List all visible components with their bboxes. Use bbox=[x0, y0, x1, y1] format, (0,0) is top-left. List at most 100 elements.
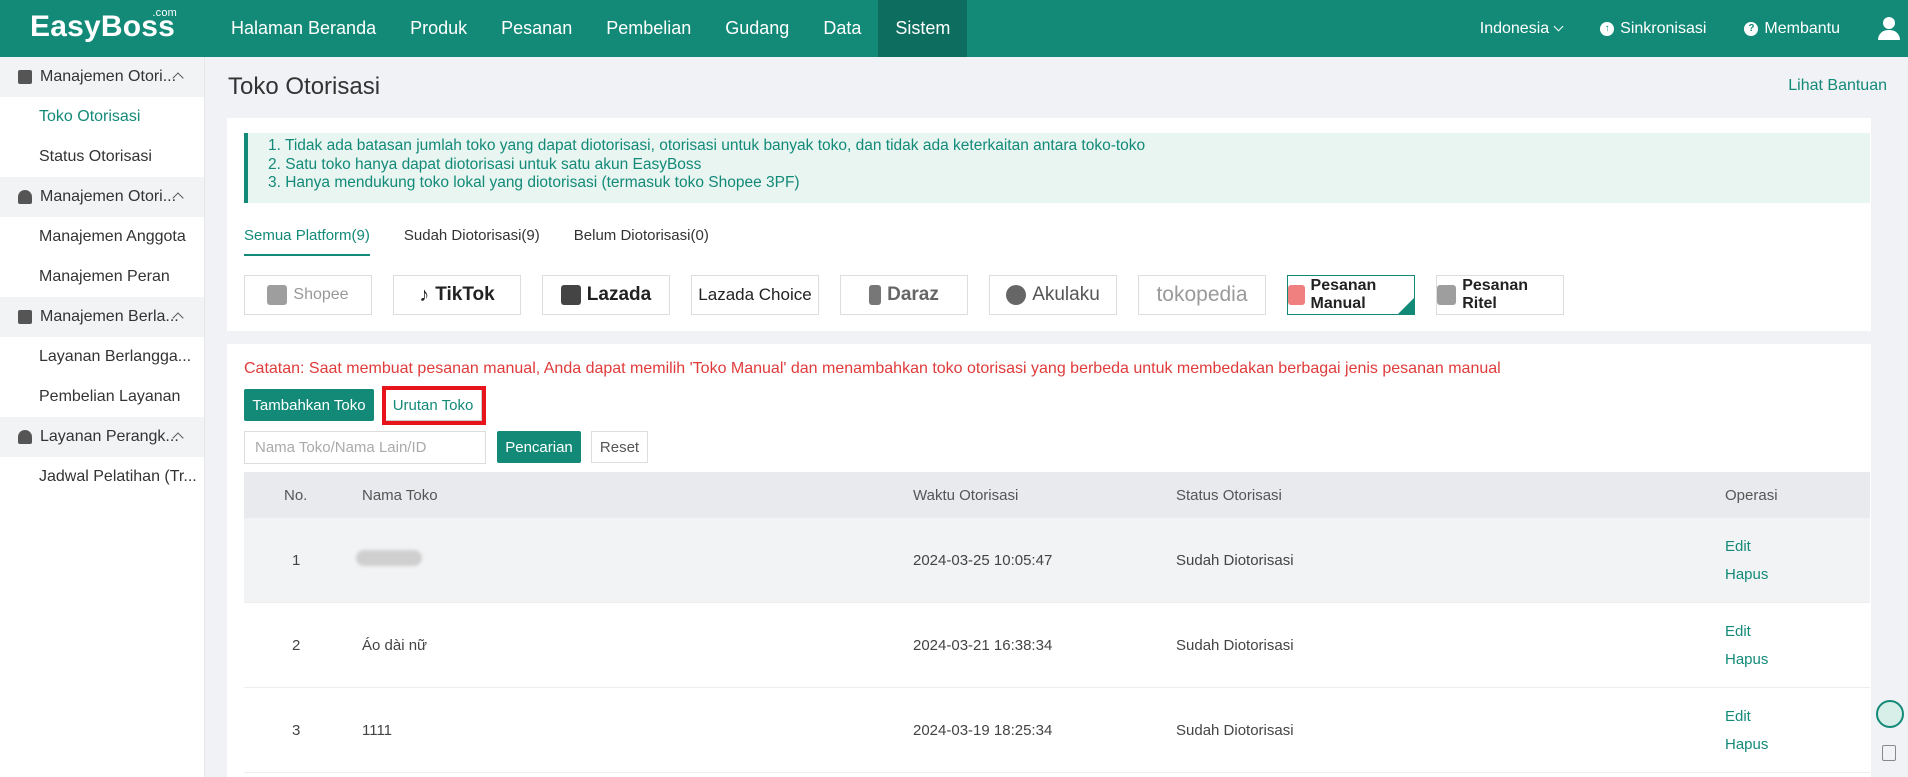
highlight-box bbox=[382, 386, 486, 425]
platform-shopee[interactable]: Shopee bbox=[244, 275, 372, 315]
col-auth-status: Status Otorisasi bbox=[1176, 486, 1282, 504]
subscription-icon bbox=[18, 310, 32, 324]
col-operation: Operasi bbox=[1725, 486, 1778, 504]
platform-tiktok[interactable]: ♪ TikTok bbox=[393, 275, 521, 315]
platform-card: 1. Tidak ada batasan jumlah toko yang da… bbox=[227, 118, 1871, 331]
cloud-sync-icon: ↑ bbox=[1600, 21, 1615, 36]
tab-all-platform[interactable]: Semua Platform(9) bbox=[244, 227, 370, 256]
sync-button[interactable]: ↑ Sinkronisasi bbox=[1600, 20, 1706, 38]
delete-link[interactable]: Hapus bbox=[1725, 566, 1870, 583]
sidebar-group-member-auth[interactable]: Manajemen Otori... bbox=[0, 177, 204, 217]
row-no: 1 bbox=[292, 551, 301, 569]
search-button[interactable]: Pencarian bbox=[497, 431, 581, 463]
help-label: Membantu bbox=[1764, 19, 1840, 37]
delete-link[interactable]: Hapus bbox=[1725, 651, 1870, 668]
platform-akulaku[interactable]: Akulaku bbox=[989, 275, 1117, 315]
search-input[interactable] bbox=[244, 431, 486, 464]
shopee-icon bbox=[267, 285, 288, 305]
table-header: No. Nama Toko Waktu Otorisasi Status Oto… bbox=[244, 472, 1870, 518]
reset-button[interactable]: Reset bbox=[591, 431, 648, 463]
notice-line: 3. Hanya mendukung toko lokal yang dioto… bbox=[268, 174, 800, 191]
row-operations: Edit Hapus bbox=[1725, 623, 1870, 668]
user-icon bbox=[18, 190, 32, 204]
col-auth-time: Waktu Otorisasi bbox=[913, 486, 1019, 504]
platform-tokopedia[interactable]: tokopedia bbox=[1138, 275, 1266, 315]
col-no: No. bbox=[284, 486, 308, 504]
platform-lazada[interactable]: Lazada bbox=[542, 275, 670, 315]
nav-data[interactable]: Data bbox=[806, 0, 878, 57]
row-store-name: 1111 bbox=[362, 721, 393, 739]
support-avatar-icon[interactable] bbox=[1876, 700, 1904, 728]
sync-label: Sinkronisasi bbox=[1620, 19, 1707, 37]
main-nav: Halaman Beranda Produk Pesanan Pembelian… bbox=[214, 0, 968, 57]
nav-purchases[interactable]: Pembelian bbox=[589, 0, 708, 57]
status-tabs: Semua Platform(9) Sudah Diotorisasi(9) B… bbox=[244, 227, 743, 256]
row-auth-time: 2024-03-21 16:38:34 bbox=[913, 636, 1053, 654]
tiktok-icon: ♪ bbox=[419, 283, 430, 306]
row-operations: Edit Hapus bbox=[1725, 708, 1870, 753]
add-store-button[interactable]: Tambahkan Toko bbox=[244, 389, 374, 421]
row-store-name bbox=[356, 550, 913, 570]
sidebar-item-manajemen-anggota[interactable]: Manajemen Anggota bbox=[0, 217, 204, 257]
sidebar-group-store-auth[interactable]: Manajemen Otori... bbox=[0, 57, 204, 97]
sidebar-group-label: Layanan Perangk... bbox=[40, 428, 179, 445]
sidebar-group-label: Manajemen Otori... bbox=[40, 68, 177, 85]
user-avatar-icon[interactable] bbox=[1878, 16, 1900, 41]
sidebar-group-subscription[interactable]: Manajemen Berla... bbox=[0, 297, 204, 337]
edit-link[interactable]: Edit bbox=[1725, 623, 1870, 640]
notice-box: 1. Tidak ada batasan jumlah toko yang da… bbox=[244, 133, 1870, 203]
delete-link[interactable]: Hapus bbox=[1725, 736, 1870, 753]
row-auth-status: Sudah Diotorisasi bbox=[1176, 551, 1294, 569]
tab-authorized[interactable]: Sudah Diotorisasi(9) bbox=[404, 227, 540, 256]
sidebar-item-layanan-berlangganan[interactable]: Layanan Berlangga... bbox=[0, 337, 204, 377]
help-link[interactable]: Lihat Bantuan bbox=[1788, 77, 1887, 95]
sidebar-group-label: Manajemen Berla... bbox=[40, 308, 179, 325]
store-table: No. Nama Toko Waktu Otorisasi Status Oto… bbox=[244, 472, 1870, 773]
store-icon bbox=[18, 70, 32, 84]
platform-manual-order[interactable]: Pesanan Manual bbox=[1287, 275, 1415, 315]
row-auth-time: 2024-03-19 18:25:34 bbox=[913, 721, 1053, 739]
platform-lazada-choice[interactable]: Lazada Choice bbox=[691, 275, 819, 315]
platform-list: Shopee ♪ TikTok Lazada Lazada Choice Dar… bbox=[244, 275, 1585, 315]
document-icon[interactable] bbox=[1882, 745, 1896, 761]
top-navbar: EasyBoss .com Halaman Beranda Produk Pesa… bbox=[0, 0, 1908, 57]
notice-line: 2. Satu toko hanya dapat diotorisasi unt… bbox=[268, 155, 702, 173]
sidebar-item-manajemen-peran[interactable]: Manajemen Peran bbox=[0, 257, 204, 297]
sidebar-item-jadwal-pelatihan[interactable]: Jadwal Pelatihan (Tr... bbox=[0, 457, 204, 497]
sidebar-group-label: Manajemen Otori... bbox=[40, 188, 177, 205]
table-row: 1 2024-03-25 10:05:47 Sudah Diotorisasi … bbox=[244, 518, 1870, 603]
daraz-icon bbox=[869, 285, 882, 305]
store-list-card: Catatan: Saat membuat pesanan manual, An… bbox=[227, 344, 1871, 777]
nav-system[interactable]: Sistem bbox=[878, 0, 968, 57]
page-title: Toko Otorisasi bbox=[228, 73, 381, 100]
notice-line: 1. Tidak ada batasan jumlah toko yang da… bbox=[268, 137, 1146, 154]
edit-link[interactable]: Edit bbox=[1725, 538, 1870, 555]
sidebar-item-status-otorisasi[interactable]: Status Otorisasi bbox=[0, 137, 204, 177]
row-no: 2 bbox=[292, 636, 301, 654]
row-store-name: Áo dài nữ bbox=[362, 636, 428, 654]
col-store-name: Nama Toko bbox=[362, 486, 438, 504]
sidebar-item-pembelian-layanan[interactable]: Pembelian Layanan bbox=[0, 377, 204, 417]
table-row: 2 Áo dài nữ 2024-03-21 16:38:34 Sudah Di… bbox=[244, 603, 1870, 688]
nav-home[interactable]: Halaman Beranda bbox=[214, 0, 393, 57]
help-button[interactable]: ? Membantu bbox=[1744, 20, 1840, 38]
row-auth-status: Sudah Diotorisasi bbox=[1176, 636, 1294, 654]
language-selector[interactable]: Indonesia bbox=[1480, 20, 1564, 38]
nav-products[interactable]: Produk bbox=[393, 0, 484, 57]
edit-link[interactable]: Edit bbox=[1725, 708, 1870, 725]
easyboss-logo[interactable]: EasyBoss .com bbox=[30, 7, 177, 44]
tab-unauthorized[interactable]: Belum Diotorisasi(0) bbox=[574, 227, 709, 256]
platform-daraz[interactable]: Daraz bbox=[840, 275, 968, 315]
row-operations: Edit Hapus bbox=[1725, 538, 1870, 583]
retail-order-icon bbox=[1437, 285, 1457, 305]
sidebar-item-toko-otorisasi[interactable]: Toko Otorisasi bbox=[0, 97, 204, 137]
sidebar: Manajemen Otori... Toko Otorisasi Status… bbox=[0, 57, 205, 777]
row-no: 3 bbox=[292, 721, 301, 739]
akulaku-icon bbox=[1006, 285, 1027, 305]
nav-warehouse[interactable]: Gudang bbox=[708, 0, 806, 57]
nav-orders[interactable]: Pesanan bbox=[484, 0, 589, 57]
sidebar-group-software-service[interactable]: Layanan Perangk... bbox=[0, 417, 204, 457]
manual-order-note: Catatan: Saat membuat pesanan manual, An… bbox=[244, 360, 1501, 377]
platform-retail-order[interactable]: Pesanan Ritel bbox=[1436, 275, 1564, 315]
row-auth-time: 2024-03-25 10:05:47 bbox=[913, 551, 1053, 569]
